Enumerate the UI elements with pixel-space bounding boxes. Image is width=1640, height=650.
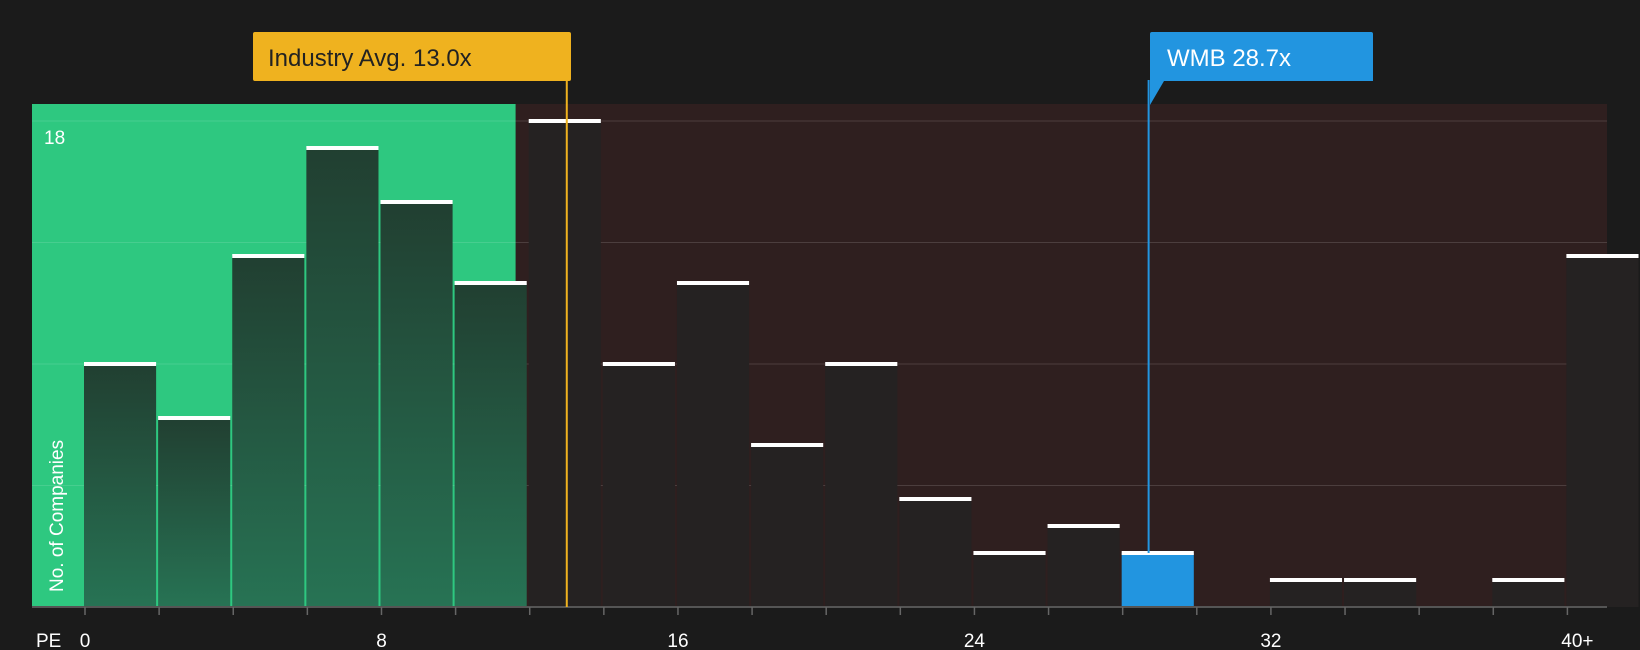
x-tick-label: 8 xyxy=(376,631,387,650)
bar-cap xyxy=(380,200,453,204)
bar-cap xyxy=(1047,524,1120,528)
bar-cap xyxy=(1269,578,1343,582)
histogram-bar xyxy=(751,445,824,607)
histogram-bar xyxy=(232,256,305,607)
bar-cap xyxy=(973,551,1046,555)
x-tick-marks: 0 8 16 24 32 40+ xyxy=(80,607,1594,650)
bar-cap xyxy=(158,416,231,420)
company-pe-label: WMB 28.7x xyxy=(1167,45,1291,72)
bar-cap xyxy=(232,254,305,258)
y-tick-label-max: 18 xyxy=(44,128,65,149)
x-tick-label: 0 xyxy=(80,631,91,650)
bar-cap xyxy=(899,497,972,501)
histogram-bar xyxy=(158,418,231,607)
bar-cap xyxy=(825,362,898,366)
histogram-bar xyxy=(84,364,157,607)
histogram-bar xyxy=(528,121,601,607)
y-axis-title: No. of Companies xyxy=(47,440,68,592)
x-tick-label: 24 xyxy=(964,631,986,650)
bar-cap xyxy=(1492,578,1565,582)
bar-cap xyxy=(602,362,675,366)
histogram-bar xyxy=(676,283,750,607)
bar-cap xyxy=(528,119,601,123)
bar-cap xyxy=(454,281,527,285)
histogram-bar xyxy=(1492,580,1565,607)
pe-distribution-chart: 0 8 16 24 32 40+ PE 18 No. of Companies Indus… xyxy=(0,0,1640,650)
histogram-bar xyxy=(454,283,527,607)
bar-cap xyxy=(84,362,157,366)
x-axis-title: PE xyxy=(36,631,61,650)
histogram-bar xyxy=(1269,580,1343,607)
histogram-bar xyxy=(825,364,898,607)
histogram-bar xyxy=(306,148,379,607)
histogram-bar xyxy=(1344,580,1417,607)
x-tick-label: 40+ xyxy=(1561,631,1593,650)
histogram-bar xyxy=(380,202,453,607)
bar-cap xyxy=(1344,578,1417,582)
histogram-bar xyxy=(973,553,1046,607)
x-tick-label: 16 xyxy=(667,631,688,650)
bar-cap xyxy=(1121,551,1194,555)
bar-cap xyxy=(751,443,824,447)
bar-cap xyxy=(676,281,750,285)
x-tick-label: 32 xyxy=(1260,631,1281,650)
histogram-svg: 0 8 16 24 32 40+ PE 18 No. of Companies Indus… xyxy=(32,32,1639,650)
histogram-bar xyxy=(1566,256,1639,607)
industry-average-label: Industry Avg. 13.0x xyxy=(268,45,472,72)
bar-cap xyxy=(1566,254,1639,258)
histogram-bar xyxy=(1047,526,1120,607)
histogram-bar xyxy=(899,499,972,607)
bar-cap xyxy=(306,146,379,150)
x-axis: 0 8 16 24 32 40+ PE xyxy=(32,606,1607,650)
histogram-bar xyxy=(602,364,675,607)
histogram-bar xyxy=(1121,553,1194,607)
